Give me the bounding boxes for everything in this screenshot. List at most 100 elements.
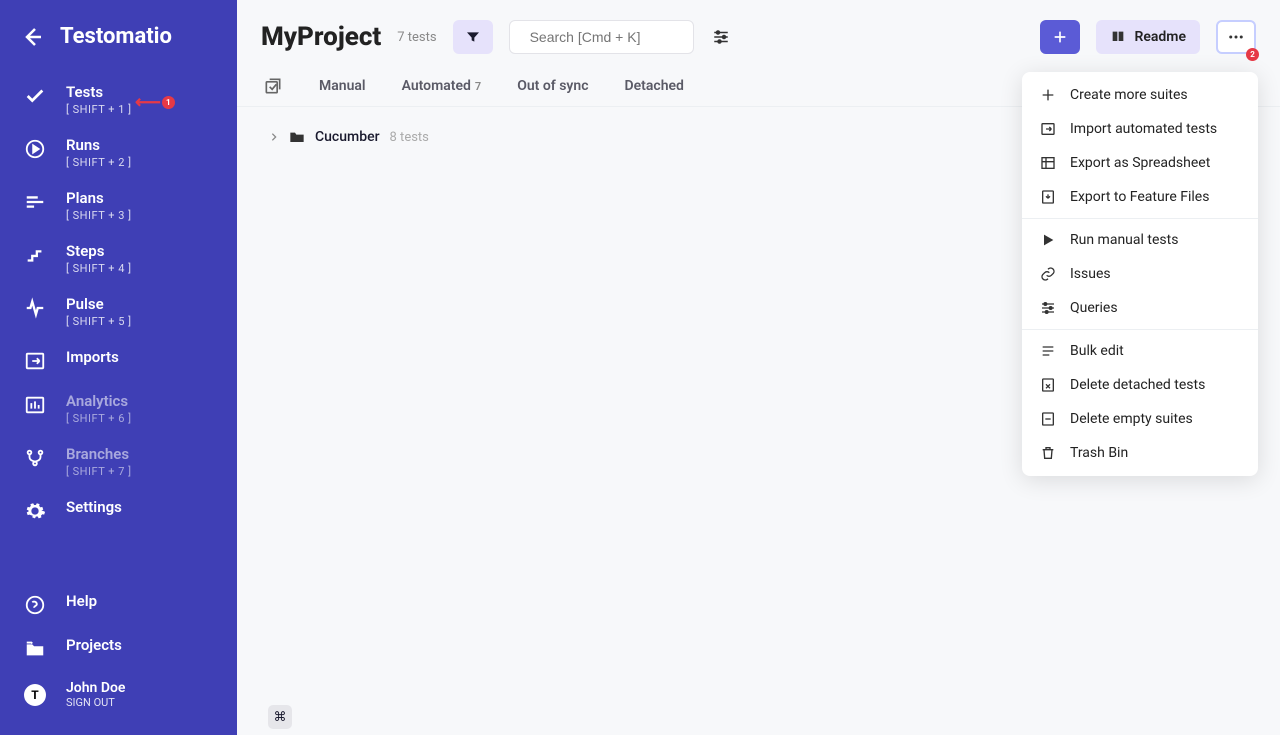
sidebar-item-runs[interactable]: Runs [ SHIFT + 2 ] <box>0 126 237 179</box>
cmd-key-badge[interactable]: ⌘ <box>268 705 292 729</box>
book-icon <box>1110 29 1126 45</box>
steps-icon <box>24 244 46 266</box>
plus-icon <box>1040 87 1056 103</box>
more-icon <box>1227 28 1245 46</box>
readme-button[interactable]: Readme <box>1096 20 1200 54</box>
project-title: MyProject <box>261 22 381 52</box>
menu-item-label: Export as Spreadsheet <box>1070 155 1210 171</box>
sidebar: Testomatio Tests [ SHIFT + 1 ] Runs [ SHIF… <box>0 0 237 735</box>
nav-shortcut: [ SHIFT + 3 ] <box>66 209 132 222</box>
search-input[interactable] <box>530 29 711 45</box>
user-row[interactable]: T John DoeSIGN OUT <box>0 670 237 719</box>
folder-name: Cucumber <box>315 129 380 145</box>
sidebar-bottom: Help Projects T John DoeSIGN OUT <box>0 582 237 735</box>
nav-label: Analytics <box>66 392 132 410</box>
chevron-right-icon[interactable] <box>269 132 279 142</box>
test-count: 7 tests <box>397 30 436 45</box>
delete-empty-icon <box>1040 411 1056 427</box>
nav-label: Imports <box>66 348 119 366</box>
nav-label: Projects <box>66 636 122 654</box>
menu-item-delete-detached-tests[interactable]: Delete detached tests <box>1022 368 1258 402</box>
main: MyProject 7 tests Readme <box>237 0 1280 735</box>
pulse-icon <box>24 297 46 319</box>
nav-label: Plans <box>66 189 132 207</box>
sidebar-item-help[interactable]: Help <box>0 582 237 626</box>
readme-label: Readme <box>1134 29 1186 45</box>
play-icon <box>24 138 46 160</box>
play-icon <box>1040 232 1056 248</box>
sidebar-item-imports[interactable]: Imports <box>0 338 237 382</box>
menu-item-label: Queries <box>1070 300 1118 316</box>
signout-link[interactable]: SIGN OUT <box>66 696 125 709</box>
import-icon <box>1040 121 1056 137</box>
check-icon <box>24 85 46 107</box>
sidebar-item-branches[interactable]: Branches [ SHIFT + 7 ] <box>0 435 237 488</box>
sidebar-item-analytics[interactable]: Analytics [ SHIFT + 6 ] <box>0 382 237 435</box>
sidebar-item-plans[interactable]: Plans [ SHIFT + 3 ] <box>0 179 237 232</box>
back-arrow-icon[interactable] <box>20 25 44 49</box>
tab-label: Detached <box>625 78 684 94</box>
menu-item-bulk-edit[interactable]: Bulk edit <box>1022 334 1258 368</box>
nav-label: Runs <box>66 136 132 154</box>
nav-shortcut: [ SHIFT + 2 ] <box>66 156 132 169</box>
menu-item-run-manual-tests[interactable]: Run manual tests <box>1022 223 1258 257</box>
folder-icon <box>289 130 305 144</box>
nav-shortcut: [ SHIFT + 7 ] <box>66 465 132 478</box>
menu-item-label: Bulk edit <box>1070 343 1124 359</box>
filter-button[interactable] <box>453 20 493 54</box>
projects-icon <box>24 638 46 660</box>
tab-label: Manual <box>319 78 366 94</box>
menu-item-label: Issues <box>1070 266 1111 282</box>
delete-file-icon <box>1040 377 1056 393</box>
tab-manual[interactable]: Manual <box>319 78 366 94</box>
tab-out-of-sync[interactable]: Out of sync <box>517 78 588 94</box>
topbar: MyProject 7 tests Readme <box>237 0 1280 66</box>
avatar: T <box>24 684 46 706</box>
nav-label: Help <box>66 592 97 610</box>
nav-label: Steps <box>66 242 132 260</box>
menu-item-issues[interactable]: Issues <box>1022 257 1258 291</box>
menu-item-create-more-suites[interactable]: Create more suites <box>1022 78 1258 112</box>
list-icon <box>1040 343 1056 359</box>
menu-item-label: Run manual tests <box>1070 232 1178 248</box>
sidebar-item-steps[interactable]: Steps [ SHIFT + 4 ] <box>0 232 237 285</box>
tab-detached[interactable]: Detached <box>625 78 684 94</box>
tab-automated[interactable]: Automated7 <box>402 78 482 94</box>
menu-item-export-to-feature-files[interactable]: Export to Feature Files <box>1022 180 1258 214</box>
help-icon <box>24 594 46 616</box>
nav-label: Tests <box>66 83 132 101</box>
tab-label: Automated <box>402 78 471 94</box>
tune-button[interactable] <box>710 26 732 48</box>
nav: Tests [ SHIFT + 1 ] Runs [ SHIFT + 2 ] Pla… <box>0 69 237 582</box>
sidebar-item-pulse[interactable]: Pulse [ SHIFT + 5 ] <box>0 285 237 338</box>
nav-shortcut: [ SHIFT + 5 ] <box>66 315 132 328</box>
spreadsheet-icon <box>1040 155 1056 171</box>
nav-shortcut: [ SHIFT + 1 ] <box>66 103 132 116</box>
menu-item-delete-empty-suites[interactable]: Delete empty suites <box>1022 402 1258 436</box>
nav-label: Settings <box>66 498 122 516</box>
branch-icon <box>24 447 46 469</box>
sidebar-header: Testomatio <box>0 0 237 69</box>
search-input-wrapper[interactable] <box>509 20 694 54</box>
menu-item-import-automated-tests[interactable]: Import automated tests <box>1022 112 1258 146</box>
nav-shortcut: [ SHIFT + 6 ] <box>66 412 132 425</box>
nav-label: Pulse <box>66 295 132 313</box>
nav-label: Branches <box>66 445 132 463</box>
trash-icon <box>1040 445 1056 461</box>
sidebar-item-projects[interactable]: Projects <box>0 626 237 670</box>
more-button[interactable] <box>1216 20 1256 54</box>
user-name: John Doe <box>66 680 125 696</box>
sidebar-item-tests[interactable]: Tests [ SHIFT + 1 ] <box>0 73 237 126</box>
menu-item-export-as-spreadsheet[interactable]: Export as Spreadsheet <box>1022 146 1258 180</box>
export-file-icon <box>1040 189 1056 205</box>
menu-item-label: Export to Feature Files <box>1070 189 1209 205</box>
import-icon <box>24 350 46 372</box>
add-button[interactable] <box>1040 20 1080 54</box>
plans-icon <box>24 191 46 213</box>
menu-item-queries[interactable]: Queries <box>1022 291 1258 325</box>
menu-item-trash-bin[interactable]: Trash Bin <box>1022 436 1258 470</box>
link-icon <box>1040 266 1056 282</box>
nav-shortcut: [ SHIFT + 4 ] <box>66 262 132 275</box>
sidebar-item-settings[interactable]: Settings <box>0 488 237 532</box>
layers-icon[interactable] <box>263 76 283 96</box>
